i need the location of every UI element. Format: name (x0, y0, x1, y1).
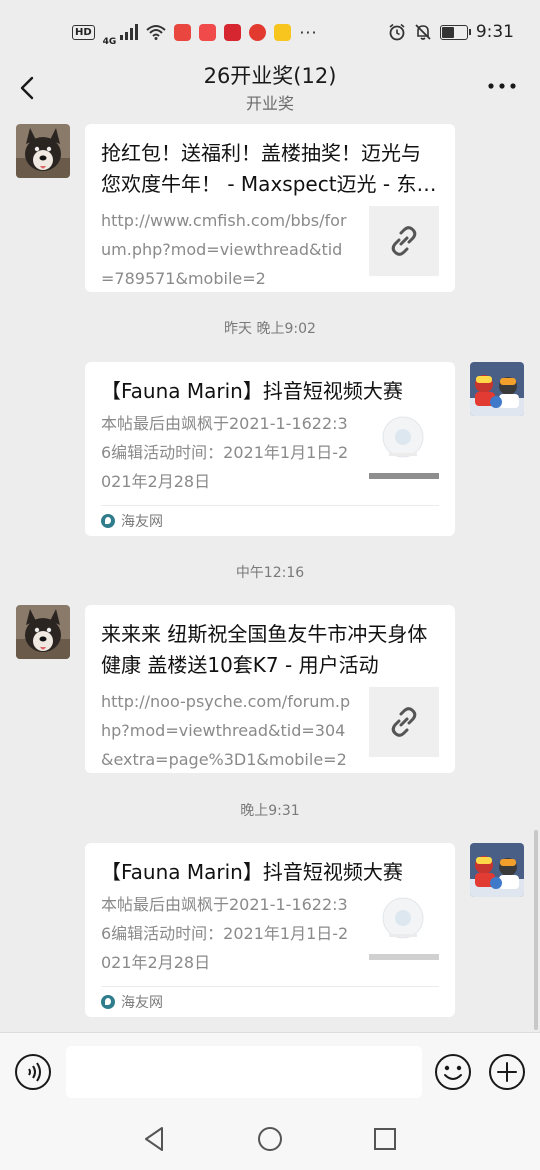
chat-message-list[interactable]: 抢红包！送福利！盖楼抽奖！迈光与您欢度牛年！ - Maxspect迈光 - 东方… (0, 118, 540, 1032)
app-notification-icon (174, 23, 192, 41)
message-input[interactable] (66, 1046, 422, 1098)
signal-icon (120, 24, 139, 40)
link-card[interactable]: 抢红包！送福利！盖楼抽奖！迈光与您欢度牛年！ - Maxspect迈光 - 东方… (85, 124, 455, 292)
card-body: 本帖最后由飒枫于2021-1-1622:36编辑活动时间：2021年1月1日-2… (101, 890, 439, 976)
source-logo-icon (101, 995, 115, 1009)
nav-back-icon[interactable] (140, 1124, 170, 1154)
card-url: http://www.cmfish.com/bbs/forum.php?mod=… (101, 211, 347, 288)
card-source: 海友网 (101, 986, 439, 1017)
article-card[interactable]: 【Fauna Marin】抖音短视频大赛 本帖最后由飒枫于2021-1-1622… (85, 362, 455, 536)
status-bar: HD 4G ··· 9:31 (0, 0, 540, 64)
card-body: 本帖最后由飒枫于2021-1-1622:36编辑活动时间：2021年1月1日-2… (101, 409, 439, 495)
timestamp: 昨天 晚上9:02 (224, 321, 316, 337)
source-logo-icon (101, 514, 115, 528)
avatar-self[interactable] (470, 362, 524, 416)
card-body: http://noo-psyche.com/forum.php?mod=view… (101, 687, 439, 773)
card-description: 本帖最后由飒枫于2021-1-1622:36编辑活动时间：2021年1月1日-2… (101, 895, 349, 972)
card-body: http://www.cmfish.com/bbs/forum.php?mod=… (101, 206, 439, 292)
avatar-dog[interactable] (16, 124, 70, 178)
status-right: 9:31 (388, 22, 514, 42)
chat-title: 26开业奖(12) (203, 64, 337, 88)
alarm-icon (389, 23, 405, 41)
card-title: 来来来 纽斯祝全国鱼友牛市冲天身体健康 盖楼送10套K7 - 用户活动 (101, 622, 428, 677)
card-title: 【Fauna Marin】抖音短视频大赛 (101, 860, 403, 884)
nav-home-icon[interactable] (255, 1124, 285, 1154)
link-icon (391, 226, 417, 256)
card-title: 【Fauna Marin】抖音短视频大赛 (101, 379, 403, 403)
mute-icon (415, 24, 431, 40)
chat-input-bar (0, 1032, 540, 1111)
chat-scrollbar[interactable] (534, 830, 538, 1030)
avatar-self[interactable] (470, 843, 524, 897)
card-url: http://noo-psyche.com/forum.php?mod=view… (101, 692, 351, 769)
emoji-icon[interactable] (434, 1053, 472, 1091)
source-name: 海友网 (121, 995, 163, 1011)
chat-subtitle: 开业奖 (245, 94, 294, 113)
voice-icon[interactable] (14, 1053, 52, 1091)
network-label: 4G (102, 37, 117, 47)
timestamp: 中午12:16 (235, 565, 305, 581)
article-card[interactable]: 【Fauna Marin】抖音短视频大赛 本帖最后由飒枫于2021-1-1622… (85, 843, 455, 1017)
hd-badge: HD (72, 24, 95, 40)
card-source: 海友网 (101, 505, 439, 536)
article-thumbnail (369, 409, 439, 479)
chat-header: 26开业奖(12) 开业奖 (0, 64, 540, 120)
more-notifications: ··· (299, 22, 318, 42)
battery-icon (439, 24, 471, 40)
clock: 9:31 (475, 22, 514, 42)
nav-recents-icon[interactable] (370, 1124, 400, 1154)
app-notification-icon (274, 23, 292, 41)
app-notification-icon (224, 23, 242, 41)
avatar-dog[interactable] (16, 605, 70, 659)
wifi-icon (146, 25, 166, 40)
app-notification-icon (249, 23, 267, 41)
card-title: 抢红包！送福利！盖楼抽奖！迈光与您欢度牛年！ - Maxspect迈光 - 东方… (101, 141, 437, 196)
app-notification-icon (199, 23, 217, 41)
card-description: 本帖最后由飒枫于2021-1-1622:36编辑活动时间：2021年1月1日-2… (101, 414, 349, 491)
source-name: 海友网 (121, 514, 163, 530)
plus-icon[interactable] (488, 1053, 526, 1091)
article-image-icon (369, 897, 439, 960)
timestamp: 晚上9:31 (240, 803, 300, 819)
article-image-icon (369, 416, 439, 479)
more-icon[interactable] (486, 74, 518, 98)
link-card[interactable]: 来来来 纽斯祝全国鱼友牛市冲天身体健康 盖楼送10套K7 - 用户活动 http… (85, 605, 455, 773)
link-icon (391, 707, 417, 737)
link-thumbnail (369, 206, 439, 276)
article-thumbnail (369, 890, 439, 960)
status-left: HD 4G ··· (72, 17, 318, 47)
link-thumbnail (369, 687, 439, 757)
system-navigation-bar (0, 1110, 540, 1170)
